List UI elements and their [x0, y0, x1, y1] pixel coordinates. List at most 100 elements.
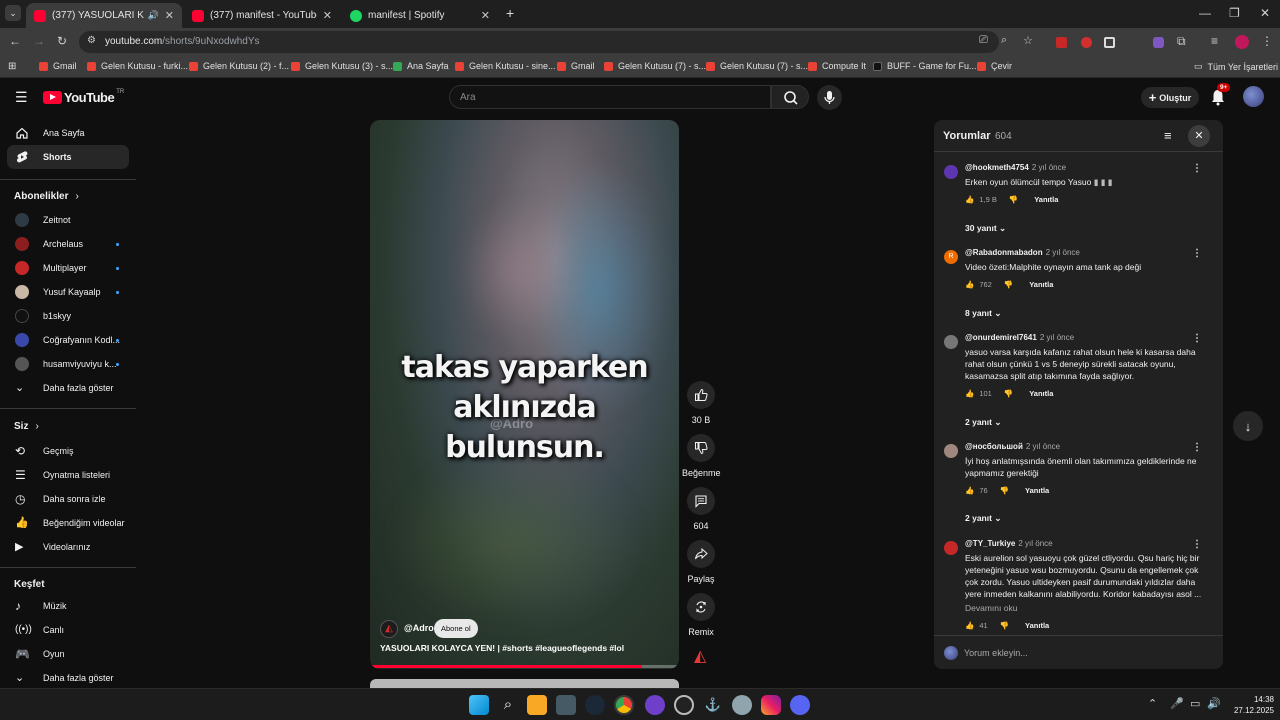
guide-live[interactable]: ((•)) Canlı — [7, 618, 129, 642]
apps-grid-icon[interactable]: ⊞ — [8, 61, 16, 72]
thumbs-down-icon[interactable]: 👎 — [1004, 389, 1013, 398]
thumbs-up-icon[interactable]: 👍 — [965, 195, 974, 204]
view-replies-button[interactable]: 2 yanıt ⌄ — [965, 513, 1001, 524]
close-comments-button[interactable]: ✕ — [1188, 125, 1210, 147]
github-desktop-icon[interactable] — [645, 695, 665, 715]
subscription-multiplayer[interactable]: Multiplayer — [7, 256, 129, 280]
voice-search-button[interactable] — [817, 85, 842, 110]
system-clock[interactable]: 14:38 27.12.2025 — [1222, 694, 1274, 716]
restore-window-icon[interactable]: ❐ — [1229, 6, 1240, 20]
extensions-puzzle-icon[interactable]: ⧉ — [1177, 34, 1186, 49]
share-button[interactable]: Paylaş — [682, 540, 720, 584]
remix-button[interactable]: Remix — [682, 593, 720, 637]
zoom-icon[interactable]: ⌕ — [1001, 34, 1007, 47]
guide-home[interactable]: Ana Sayfa — [7, 121, 129, 145]
bookmark-inbox-4[interactable]: Gelen Kutusu - sine... — [455, 61, 556, 71]
thumbs-down-icon[interactable]: 👎 — [1009, 195, 1018, 204]
next-short-preview[interactable] — [370, 679, 679, 688]
subscribe-button[interactable]: Abone ol — [434, 619, 478, 638]
comment-more-icon[interactable]: ⋮ — [1192, 333, 1202, 344]
guide-history[interactable]: ⟲ Geçmiş — [7, 439, 129, 463]
media-control-icon[interactable]: ≡ — [1211, 34, 1218, 48]
close-tab-icon[interactable]: ✕ — [481, 9, 490, 22]
instagram-icon[interactable] — [761, 695, 781, 715]
search-input[interactable]: Ara — [449, 85, 771, 109]
bookmark-home[interactable]: Ana Sayfa — [393, 61, 449, 71]
site-info-icon[interactable]: ⚙ — [87, 35, 96, 46]
profile-avatar[interactable] — [1235, 35, 1249, 49]
extension-adblock-icon[interactable] — [1081, 37, 1092, 48]
tab-manifest-spotify[interactable]: manifest | Spotify ✕ — [342, 3, 498, 28]
thumbs-down-icon[interactable]: 👎 — [1004, 280, 1013, 289]
thumbs-up-icon[interactable]: 👍 — [965, 486, 974, 495]
channel-avatar[interactable]: ◭ — [380, 620, 398, 638]
close-window-icon[interactable]: ✕ — [1260, 6, 1270, 20]
microphone-icon[interactable]: 🎤 — [1170, 697, 1184, 710]
view-replies-button[interactable]: 2 yanıt ⌄ — [965, 417, 1001, 428]
minimize-window-icon[interactable]: — — [1199, 6, 1211, 20]
chrome-icon[interactable] — [614, 695, 634, 715]
volume-icon[interactable]: 🔊 — [1207, 697, 1221, 710]
subscriptions-header[interactable]: Abonelikler › — [14, 191, 79, 202]
bookmark-buff[interactable]: BUFF - Game for Fu... — [873, 61, 977, 71]
comment-avatar[interactable]: R — [944, 250, 958, 264]
subscription-zeitnot[interactable]: Zeitnot — [7, 208, 129, 232]
comment-more-icon[interactable]: ⋮ — [1192, 539, 1202, 550]
all-bookmarks[interactable]: ▭ Tüm Yer İşaretleri — [1194, 61, 1278, 72]
channel-name[interactable]: @Adro — [404, 623, 434, 633]
subscription-yusuf-kayaalp[interactable]: Yusuf Kayaalp — [7, 280, 129, 304]
show-more-explore[interactable]: ⌄ Daha fazla göster — [7, 666, 129, 690]
bookmark-compute-it[interactable]: Compute It — [808, 61, 866, 71]
file-explorer-icon[interactable] — [527, 695, 547, 715]
app-icon[interactable] — [732, 695, 752, 715]
address-bar[interactable]: ⚙ youtube.com/shorts/9uNxodwhdYs ⎚ ⌕ ☆ — [79, 31, 1033, 53]
comment-avatar[interactable] — [944, 444, 958, 458]
thumbs-down-icon[interactable]: 👎 — [1000, 486, 1009, 495]
read-more-button[interactable]: Devamını oku — [965, 603, 1017, 613]
next-video-button[interactable]: ↓ — [1233, 411, 1263, 441]
view-replies-button[interactable]: 8 yanıt ⌄ — [965, 308, 1001, 319]
youtube-logo[interactable]: YouTube TR — [43, 89, 124, 105]
steam-icon[interactable] — [585, 695, 605, 715]
comment-more-icon[interactable]: ⋮ — [1192, 163, 1202, 174]
cast-icon[interactable]: ⎚ — [979, 34, 988, 47]
bookmark-inbox-3[interactable]: Gelen Kutusu (3) - s... — [291, 61, 393, 71]
app-icon[interactable]: ⚓ — [703, 695, 723, 715]
account-avatar[interactable] — [1243, 86, 1264, 107]
extension-purple-icon[interactable] — [1153, 37, 1164, 48]
tab-yasuo-short[interactable]: (377) YASUOLARI KOLAYCA 🔊 ✕ — [26, 3, 182, 28]
comment-author[interactable]: @Rabadonmabadon 2 yıl önce — [965, 248, 1080, 257]
dislike-button[interactable]: Beğenme — [682, 434, 721, 478]
bookmark-inbox-2[interactable]: Gelen Kutusu (2) - f... — [189, 61, 289, 71]
subscription-archelaus[interactable]: Archelaus — [7, 232, 129, 256]
windows-start-icon[interactable] — [469, 695, 489, 715]
extension-red-icon[interactable] — [1056, 37, 1067, 48]
chrome-menu-icon[interactable]: ⋮ — [1261, 34, 1273, 48]
comment-author[interactable]: @носбольшой 2 yıl önce — [965, 442, 1060, 451]
hamburger-menu-icon[interactable]: ☰ — [15, 89, 28, 106]
comment-author[interactable]: @TY_Turkiye 2 yıl önce — [965, 539, 1053, 548]
thumbs-down-icon[interactable]: 👎 — [1000, 621, 1009, 630]
comment-author[interactable]: @hookmeth4754 2 yıl önce — [965, 163, 1066, 172]
audio-playing-icon[interactable]: 🔊 — [148, 10, 159, 21]
tab-search-button[interactable]: ⌄ — [5, 5, 21, 21]
create-button[interactable]: + Oluştur — [1141, 87, 1199, 108]
guide-playlists[interactable]: ☰ Oynatma listeleri — [7, 463, 129, 487]
comment-more-icon[interactable]: ⋮ — [1192, 248, 1202, 259]
comments-button[interactable]: 604 — [682, 487, 720, 531]
thumbs-up-icon[interactable]: 👍 — [965, 280, 974, 289]
bookmark-translate[interactable]: Çevir — [977, 61, 1012, 71]
subscription-cografyanin-kodlari[interactable]: Coğrafyanın Kodl... — [7, 328, 129, 352]
guide-liked-videos[interactable]: 👍 Beğendiğim videolar — [7, 511, 129, 535]
notifications-button[interactable]: 9+ — [1210, 83, 1231, 111]
reply-button[interactable]: Yanıtla — [1025, 621, 1049, 630]
sort-comments-icon[interactable]: ≡ — [1164, 128, 1172, 143]
media-player-icon[interactable] — [674, 695, 694, 715]
bookmark-inbox-5[interactable]: Gelen Kutusu (7) - s... — [604, 61, 706, 71]
add-comment-input[interactable]: Yorum ekleyin... — [964, 648, 1028, 658]
network-icon[interactable]: ▭ — [1190, 697, 1200, 710]
reply-button[interactable]: Yanıtla — [1034, 195, 1058, 204]
comment-avatar[interactable] — [944, 335, 958, 349]
tab-manifest-youtube[interactable]: (377) manifest - YouTube ✕ — [184, 3, 340, 28]
guide-watch-later[interactable]: ◷ Daha sonra izle — [7, 487, 129, 511]
